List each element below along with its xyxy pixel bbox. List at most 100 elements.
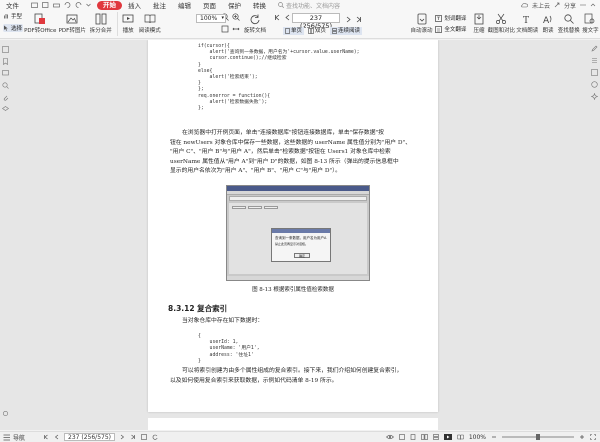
layers-icon[interactable] [2, 106, 9, 113]
search-icon [278, 2, 284, 8]
quick-access-icons[interactable] [25, 2, 97, 8]
share-button[interactable]: 分享 [564, 1, 576, 10]
thumbnail-icon[interactable] [2, 46, 9, 53]
last-page-icon[interactable] [130, 434, 136, 440]
page-number-input[interactable]: 237 (256/575) [292, 13, 340, 30]
zoom-slider-knob[interactable] [536, 434, 540, 440]
continuous-view-icon[interactable] [433, 434, 439, 440]
fit-icon[interactable] [141, 434, 147, 440]
zoom-in-icon[interactable] [579, 434, 585, 440]
play-icon[interactable] [443, 434, 452, 440]
auto-scroll-icon [417, 13, 426, 25]
reading-icon[interactable] [457, 434, 464, 440]
settings-icon[interactable] [2, 410, 9, 417]
paragraph-3-line: 以及如何使用复合索引来获取数据，示例如代码清单 8-19 所示。 [170, 377, 338, 384]
continuous-tab[interactable]: 连续阅读 [330, 27, 363, 35]
comment-icon[interactable] [2, 70, 9, 77]
chevron-up-icon[interactable] [590, 2, 596, 8]
prev-page-icon[interactable] [284, 14, 291, 21]
left-sidebar [0, 40, 10, 430]
figure-button [248, 206, 262, 209]
menu-protect[interactable]: 保护 [222, 0, 247, 10]
read-mode-button[interactable]: 阅读模式 [137, 12, 163, 34]
screenshot-compare-button[interactable]: 截图和对比 [488, 12, 515, 34]
hand-tool[interactable]: 手型 [3, 12, 23, 20]
select-tool[interactable]: 选择 [3, 24, 23, 32]
figure-dialog-checkbox: 禁止此页再显示对话框。 [275, 242, 309, 246]
menu-home[interactable]: 开始 [97, 0, 122, 10]
ai-icon[interactable] [591, 93, 598, 100]
next-page-icon[interactable] [119, 434, 125, 440]
navigation-icon[interactable] [3, 434, 11, 441]
pdf-to-image-button[interactable]: PDF转图片 [58, 12, 87, 34]
first-page-icon[interactable] [274, 14, 281, 21]
word-translate-button[interactable]: 划词翻译 [435, 14, 466, 22]
rotate-view-icon[interactable] [152, 434, 158, 440]
paragraph-1-line: "用户 C"、"用户 B"与"用户 A"，然后单击"检索数据"按钮在 Users… [170, 149, 391, 155]
fit-width-icon[interactable] [232, 25, 240, 33]
read-aloud-button[interactable]: A 朗读 [539, 12, 556, 34]
zoom-in-icon[interactable] [232, 13, 240, 21]
prev-page-icon[interactable] [54, 434, 60, 440]
status-page-input[interactable]: 237 (256/575) [64, 433, 115, 441]
bookmark-icon[interactable] [2, 58, 9, 65]
zoom-select[interactable]: 100% ▾ [196, 14, 226, 23]
single-page-view-icon[interactable] [410, 434, 416, 440]
menu-file[interactable]: 文件 [0, 0, 25, 10]
search-replace-button[interactable]: 查找替换 [557, 12, 581, 34]
eye-icon[interactable] [385, 434, 394, 440]
search-placeholder[interactable]: 查找功能、文档内容 [286, 1, 340, 10]
hand-tool-label: 手型 [11, 14, 23, 20]
next-page-icon[interactable] [345, 16, 352, 23]
zoom-value: 100% [200, 15, 218, 22]
full-translate-button[interactable]: 全文翻译 [435, 25, 466, 33]
search-icon[interactable] [2, 82, 9, 89]
attachment-icon[interactable] [2, 94, 9, 101]
search-text-button[interactable]: 搜文字 [581, 12, 600, 34]
save-icon[interactable] [42, 2, 49, 8]
compress-label: 压缩 [473, 28, 485, 34]
view-mode-icon[interactable] [399, 434, 405, 440]
menu-edit[interactable]: 编辑 [172, 0, 197, 10]
double-page-view-icon[interactable] [421, 434, 428, 440]
compress-button[interactable]: 压缩 [470, 12, 487, 34]
svg-text:A: A [543, 16, 550, 25]
document-read-aloud-button[interactable]: T 文档朗读 [515, 12, 539, 34]
single-page-tab[interactable]: 单页 [283, 27, 305, 35]
fullscreen-icon[interactable] [590, 434, 596, 440]
chevron-down-icon[interactable] [86, 2, 91, 8]
undo-icon[interactable] [64, 2, 71, 8]
figure-dialog-message: 查询到一条数据，用户名为用户A [275, 236, 327, 240]
menu-convert[interactable]: 转换 [247, 0, 272, 10]
menu-annotate[interactable]: 批注 [147, 0, 172, 10]
cloud-status[interactable]: 未上云 [532, 1, 550, 10]
split-merge-button[interactable]: 拆分合并 [87, 12, 115, 34]
menu-insert[interactable]: 插入 [122, 0, 147, 10]
play-button[interactable]: 播放 [119, 12, 136, 34]
right-sidebar [588, 40, 600, 430]
print-icon[interactable] [53, 2, 60, 8]
zoom-slider[interactable] [502, 434, 574, 440]
stamp-icon[interactable] [591, 81, 598, 88]
rotate-button[interactable]: 旋转文档 [242, 12, 268, 34]
properties-icon[interactable] [591, 57, 598, 64]
more-icon[interactable] [580, 2, 586, 8]
figure-buttons [232, 206, 278, 209]
auto-scroll-button[interactable]: 自动滚动 [408, 12, 436, 34]
zoom-out-icon[interactable] [491, 434, 497, 440]
sign-icon[interactable] [591, 69, 598, 76]
double-page-tab[interactable]: 双页 [306, 27, 328, 35]
pdf-to-office-button[interactable]: PDF转Office [23, 12, 58, 34]
menu-page[interactable]: 页面 [197, 0, 222, 10]
folder-icon[interactable] [31, 2, 38, 8]
function-search[interactable]: 查找功能、文档内容 [278, 1, 340, 10]
status-zoom-value: 100% [468, 433, 486, 441]
document-viewport[interactable]: if(cursor){ alert('查询到一条数据，用户名为'+cursor.… [0, 40, 600, 430]
fit-page-icon[interactable] [221, 25, 229, 33]
last-page-icon[interactable] [355, 16, 362, 23]
pdf-to-office-label: PDF转Office [24, 28, 57, 34]
redo-icon[interactable] [75, 2, 82, 8]
edit-panel-icon[interactable] [591, 45, 598, 52]
navigation-label[interactable]: 导航 [13, 433, 25, 442]
first-page-icon[interactable] [43, 434, 49, 440]
